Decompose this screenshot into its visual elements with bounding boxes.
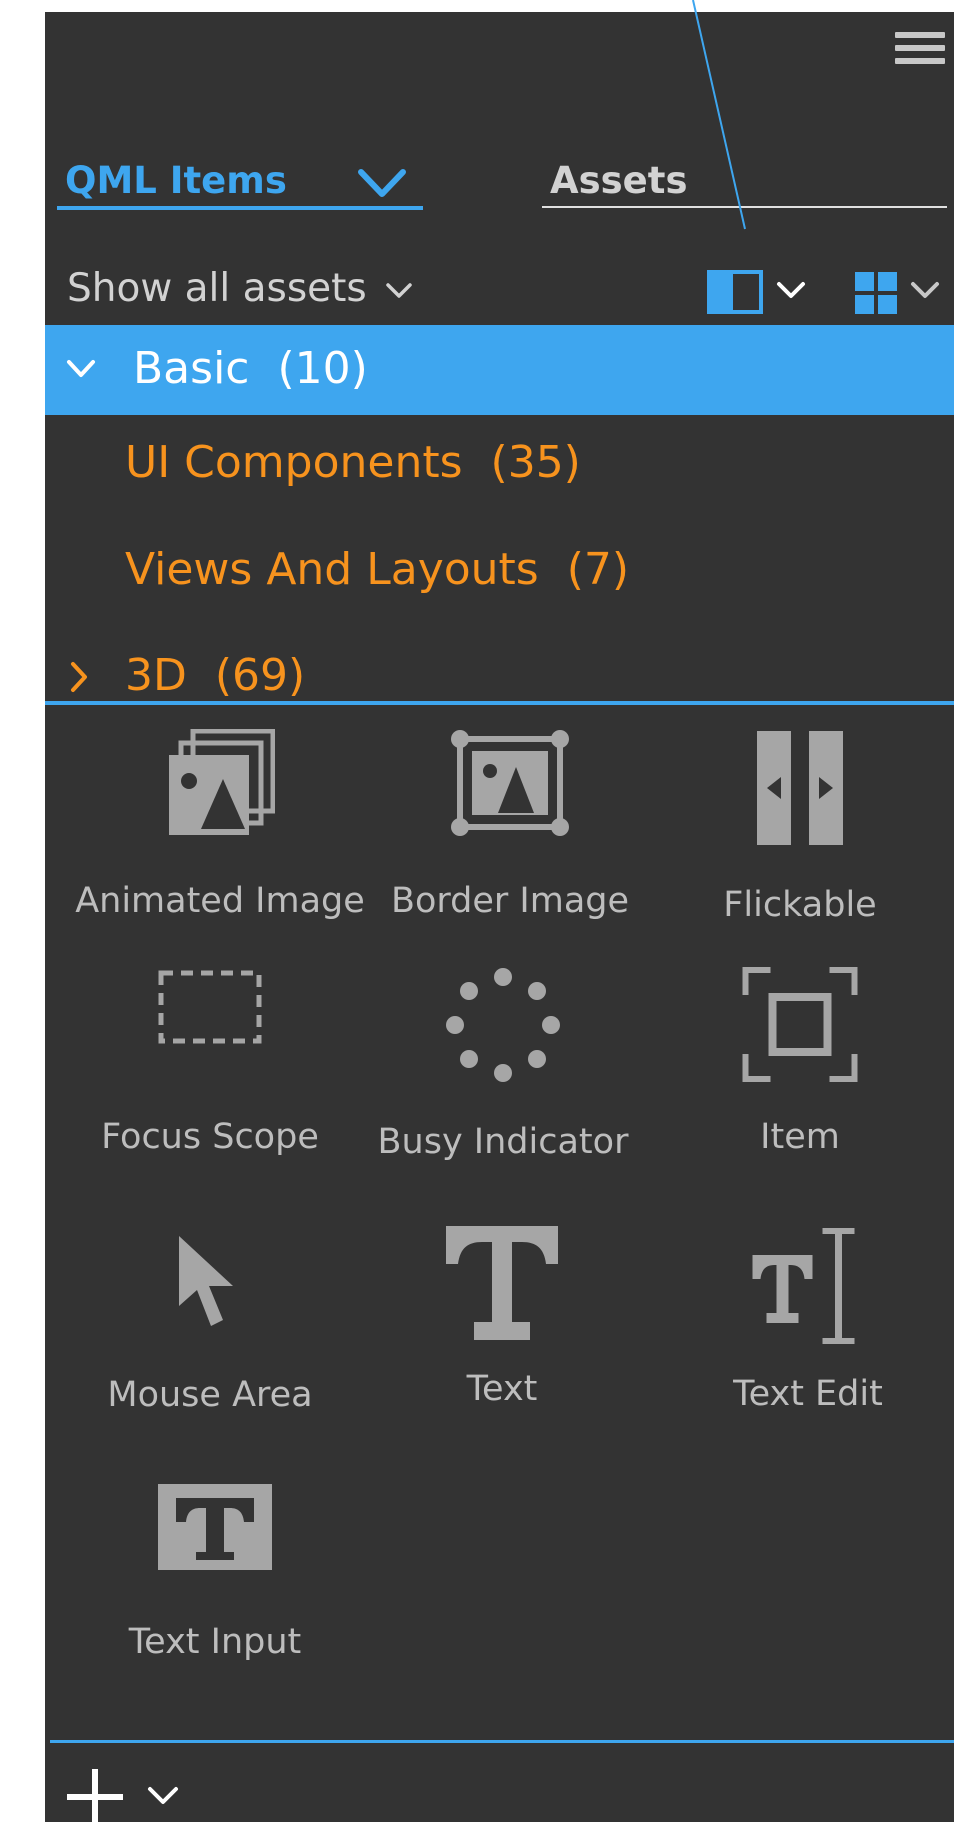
item-label: Focus Scope [101,1117,319,1157]
item-icon [742,967,858,1082]
item-border-image[interactable]: Border Image [360,729,660,929]
chevron-down-icon [386,282,412,298]
category-name: UI Components [125,437,463,488]
add-module-button[interactable] [65,1767,185,1822]
item-busy-indicator[interactable]: Busy Indicator [353,967,653,1167]
filter-label: Show all assets [67,266,367,311]
item-label: Text [466,1369,538,1409]
category-basic[interactable]: Basic (10) [45,325,954,415]
item-mouse-area[interactable]: Mouse Area [60,1232,360,1432]
item-label: Text Input [128,1622,302,1662]
item-animated-image[interactable]: Animated Image [70,729,370,929]
item-text-input[interactable]: Text Input [65,1482,365,1682]
item-label: Busy Indicator [377,1122,629,1162]
focus-scope-icon [158,970,262,1044]
chevron-down-icon[interactable] [357,164,407,200]
item-flickable[interactable]: Flickable [650,729,950,929]
category-name: Views And Layouts [125,544,539,595]
show-assets-dropdown[interactable]: Show all assets [67,266,413,311]
tab-qml-items[interactable]: QML Items [57,160,423,210]
item-text[interactable]: Text [352,1224,652,1424]
category-count: (10) [277,343,368,394]
category-views-and-layouts[interactable]: Views And Layouts (7) [45,522,954,622]
mouse-area-icon [179,1236,233,1326]
text-icon [446,1226,558,1340]
item-label: Border Image [390,881,630,921]
category-count: (7) [566,544,630,595]
category-count: (69) [214,650,306,701]
category-ui-components[interactable]: UI Components (35) [45,415,954,515]
border-image-icon [451,730,569,836]
chevron-right-icon[interactable] [67,660,91,694]
category-name: 3D [125,650,187,701]
item-item[interactable]: Item [650,967,950,1167]
text-input-icon [158,1484,272,1570]
tab-assets[interactable]: Assets [542,160,947,208]
item-label: Item [760,1117,840,1157]
grid-view-toggle[interactable] [855,270,950,314]
item-label: Flickable [723,885,877,925]
item-label: Text Edit [733,1374,883,1414]
busy-indicator-icon [446,968,560,1082]
category-name: Basic [133,343,250,394]
item-label: Animated Image [75,881,365,921]
flickable-icon [757,731,843,845]
hamburger-icon[interactable] [895,32,945,76]
text-edit-icon [752,1228,855,1344]
panel-layout-icon [707,270,805,314]
item-text-edit[interactable]: Text Edit [658,1227,954,1427]
tab-label: Assets [550,159,688,202]
chevron-down-icon[interactable] [65,357,97,381]
divider [50,1740,954,1743]
category-count: (35) [490,437,581,488]
tab-label: QML Items [65,159,287,202]
panel-layout-toggle[interactable] [707,270,817,314]
divider [45,701,954,705]
item-focus-scope[interactable]: Focus Scope [60,967,360,1167]
animated-image-icon [169,729,275,835]
item-label: Mouse Area [107,1375,313,1415]
category-3d[interactable]: 3D (69) [45,632,954,710]
grid-view-icon [855,272,939,314]
plus-icon [67,1769,178,1822]
library-panel: QML Items Assets Show all assets Basic (… [45,12,954,1822]
